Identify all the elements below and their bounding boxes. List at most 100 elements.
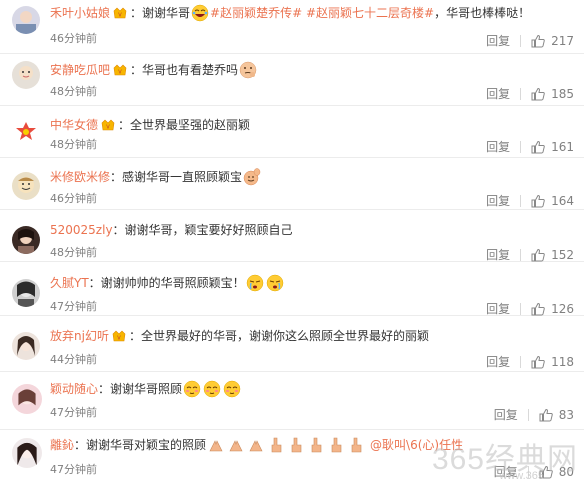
action-divider: [527, 408, 529, 421]
mention-link[interactable]: @耿叫\6(心)任性: [370, 436, 463, 454]
praying-hands-emoji-icon: [227, 436, 245, 454]
thumbs-up-icon[interactable]: [531, 248, 545, 262]
username-link[interactable]: 米修欧米修: [50, 168, 110, 186]
comment-text: ：全世界最坚强的赵丽颖: [118, 118, 251, 132]
reply-button[interactable]: 回复: [486, 32, 510, 49]
comment-time: 46分钟前: [50, 192, 97, 205]
pointing-hand-emoji-icon: [307, 436, 325, 454]
pointing-hand-emoji-icon: [347, 436, 365, 454]
praying-hands-emoji-icon: [247, 436, 265, 454]
blushing-emoji-icon: [183, 380, 201, 398]
action-divider: [520, 87, 522, 100]
svg-text:V: V: [117, 336, 121, 342]
avatar[interactable]: [12, 384, 42, 414]
comment-text: ：谢谢帅帅的华哥照顾颖宝！: [88, 276, 245, 290]
comment-item: 中华女德 V ：全世界最坚强的赵丽颖 48分钟前 回复 161: [0, 106, 584, 158]
username-link[interactable]: 離鈊: [50, 436, 74, 454]
vip-badge-icon: V: [113, 7, 127, 19]
username-link[interactable]: 禾叶小姑娘: [50, 4, 110, 22]
tearful-emoji-icon: [266, 274, 284, 292]
comment-time: 47分钟前: [50, 300, 97, 313]
like-count: 126: [551, 301, 574, 316]
like-count: 152: [551, 247, 574, 262]
like-count: 164: [551, 193, 574, 208]
action-divider: [520, 248, 522, 261]
praying-hands-emoji-icon: [207, 436, 225, 454]
reply-button[interactable]: 回复: [486, 85, 510, 102]
username-link[interactable]: 中华女德: [50, 116, 98, 134]
thinking-emoji-icon: [239, 61, 257, 79]
action-divider: [520, 140, 522, 153]
username-link[interactable]: 520025zly: [50, 221, 113, 239]
wave-emoji-icon: [243, 168, 261, 186]
reply-button[interactable]: 回复: [494, 406, 518, 423]
pointing-hand-emoji-icon: [287, 436, 305, 454]
thumbs-up-icon[interactable]: [531, 302, 545, 316]
comment-item: 久腻YT ：谢谢帅帅的华哥照顾颖宝！ 47分钟前 回复 126: [0, 262, 584, 316]
comment-time: 47分钟前: [50, 406, 97, 419]
action-divider: [520, 34, 522, 47]
vip-badge-icon: V: [112, 330, 126, 342]
avatar[interactable]: [12, 118, 40, 146]
blushing-emoji-icon: [223, 380, 241, 398]
action-divider: [520, 194, 522, 207]
action-divider: [520, 302, 522, 315]
like-count: 118: [551, 354, 574, 369]
thumbs-up-icon[interactable]: [531, 87, 545, 101]
comment-time: 47分钟前: [50, 463, 97, 476]
username-link[interactable]: 颖动随心: [50, 380, 98, 398]
comment-text: ，华哥也棒棒哒！: [434, 6, 531, 20]
like-count: 161: [551, 139, 574, 154]
like-count: 80: [558, 464, 574, 479]
comment-time: 46分钟前: [50, 32, 97, 45]
vip-badge-icon: V: [101, 119, 115, 131]
avatar[interactable]: [12, 6, 40, 34]
avatar[interactable]: [12, 172, 40, 200]
comment-text: ：全世界最好的华哥，谢谢你这么照顾全世界最好的丽颖: [128, 329, 429, 343]
blushing-emoji-icon: [203, 380, 221, 398]
comment-text: ：谢谢华哥对颖宝的照顾: [74, 438, 207, 452]
comment-item: 離鈊 ：谢谢华哥对颖宝的照顾 @耿叫\6(心)任性 47分钟前 回复 80: [0, 430, 584, 480]
comment-text: ：谢谢华哥照顾: [98, 382, 183, 396]
pointing-hand-emoji-icon: [327, 436, 345, 454]
username-link[interactable]: 久腻YT: [50, 274, 89, 292]
thumbs-up-icon[interactable]: [531, 194, 545, 208]
comment-time: 48分钟前: [50, 85, 97, 98]
comment-item: 520025zly ：谢谢华哥，颖宝要好好照顾自己 48分钟前 回复 152: [0, 210, 584, 262]
pointing-hand-emoji-icon: [267, 436, 285, 454]
reply-button[interactable]: 回复: [494, 463, 518, 480]
reply-button[interactable]: 回复: [486, 300, 510, 317]
username-link[interactable]: 安静吃瓜吧: [50, 61, 110, 79]
thumbs-up-icon[interactable]: [531, 140, 545, 154]
avatar[interactable]: [12, 61, 40, 89]
reply-button[interactable]: 回复: [486, 192, 510, 209]
tearful-emoji-icon: [246, 274, 264, 292]
thumbs-up-icon[interactable]: [539, 465, 553, 479]
thumbs-up-icon[interactable]: [531, 34, 545, 48]
thumbs-up-icon[interactable]: [539, 408, 553, 422]
comment-item: 安静吃瓜吧 V ：华哥也有看楚乔吗 48分钟前 回复 185: [0, 54, 584, 106]
hashtag-link[interactable]: #赵丽颖楚乔传# #赵丽颖七十二层奇楼#: [210, 4, 434, 22]
avatar[interactable]: [12, 279, 40, 307]
username-link[interactable]: 放弃nj幻听: [50, 327, 109, 345]
reply-button[interactable]: 回复: [486, 138, 510, 155]
vip-badge-icon: V: [113, 64, 127, 76]
avatar[interactable]: [12, 332, 40, 360]
reply-button[interactable]: 回复: [486, 246, 510, 263]
thumbs-up-icon[interactable]: [531, 355, 545, 369]
like-count: 217: [551, 33, 574, 48]
comment-time: 48分钟前: [50, 246, 97, 259]
comment-item: 颖动随心 ：谢谢华哥照顾 47分钟前 回复 83: [0, 372, 584, 430]
comment-time: 44分钟前: [50, 353, 97, 366]
svg-text:V: V: [106, 125, 110, 131]
comment-item: 禾叶小姑娘 V ：谢谢华哥 #赵丽颖楚乔传# #赵丽颖七十二层奇楼# ，华哥也棒…: [0, 0, 584, 54]
comment-text: ：感谢华哥一直照顾颖宝: [110, 170, 243, 184]
avatar[interactable]: [12, 438, 42, 468]
comment-text: ：谢谢华哥: [130, 6, 191, 20]
laugh-cry-emoji-icon: [191, 4, 209, 22]
action-divider: [520, 355, 522, 368]
comment-text: ：华哥也有看楚乔吗: [130, 63, 239, 77]
svg-text:V: V: [118, 70, 122, 76]
avatar[interactable]: [12, 226, 40, 254]
reply-button[interactable]: 回复: [486, 353, 510, 370]
